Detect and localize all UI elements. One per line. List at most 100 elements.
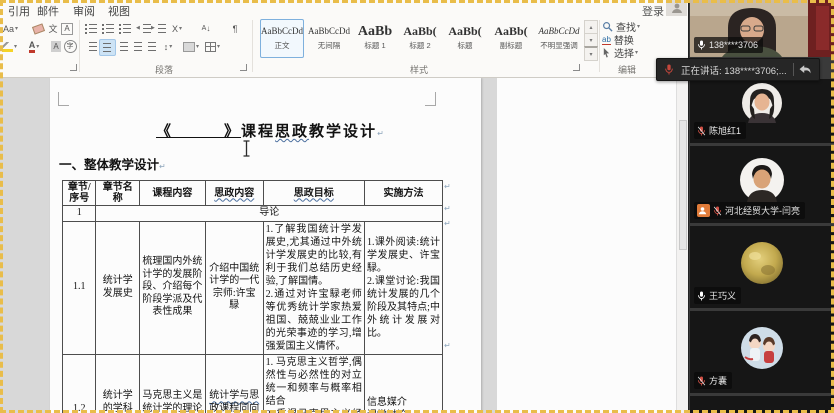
muted-mic-icon bbox=[713, 205, 722, 217]
participant-name-tag: 方囊 bbox=[694, 372, 732, 389]
scrollbar-thumb[interactable] bbox=[679, 120, 687, 250]
table-row: 1.2 统计学的学科性质 马克思主义是统计学的理论基础 统计学与思政课程同向同行… bbox=[63, 354, 443, 413]
enclose-character-icon[interactable]: 字 bbox=[63, 39, 77, 54]
paragraph-dialog-launcher[interactable] bbox=[240, 64, 247, 71]
participant-video-tile[interactable]: 138****3706 bbox=[690, 0, 834, 57]
style-chip-title[interactable]: AaBb(标题 bbox=[444, 19, 486, 58]
replace-icon: ab bbox=[602, 35, 611, 45]
muted-mic-icon bbox=[697, 375, 706, 387]
font-color-icon[interactable]: A▾ bbox=[27, 39, 41, 54]
signin-link[interactable]: 登录 bbox=[642, 3, 664, 19]
style-chip-no-spacing[interactable]: AaBbCcDd无间隔 bbox=[306, 19, 352, 58]
character-border-icon[interactable]: A bbox=[60, 21, 74, 36]
group-divider bbox=[79, 20, 80, 72]
paragraph-end-mark: ↵ bbox=[444, 204, 451, 213]
distributed-icon[interactable] bbox=[143, 39, 158, 54]
paragraph-marks-icon[interactable]: ¶ bbox=[228, 21, 242, 36]
change-case-button[interactable]: Aa▾ bbox=[3, 21, 18, 36]
muted-mic-icon bbox=[697, 125, 706, 137]
style-chip-subtitle[interactable]: AaBb(副标题 bbox=[488, 19, 534, 58]
table-header-row: 章节/序号 章节名称 课程内容 思政内容 思政目标 实施方法 bbox=[63, 181, 443, 206]
seq-cell: 1.1 bbox=[63, 221, 96, 354]
teaching-design-table[interactable]: 章节/序号 章节名称 课程内容 思政内容 思政目标 实施方法 1 导论 1.1 … bbox=[62, 180, 443, 413]
participant-tile[interactable]: 方囊 bbox=[690, 311, 834, 393]
select-button[interactable]: 选择▾ bbox=[602, 46, 638, 59]
line-spacing-icon[interactable]: ↕▾ bbox=[161, 39, 175, 54]
avatar bbox=[740, 326, 784, 370]
group-divider bbox=[252, 20, 253, 72]
tab-review[interactable]: 审阅 bbox=[73, 3, 95, 19]
header-cell: 章节名称 bbox=[96, 181, 140, 206]
paragraph-group-label: 段落 bbox=[155, 63, 173, 76]
participant-tile[interactable]: 王巧义 bbox=[690, 226, 834, 308]
clear-formatting-icon[interactable] bbox=[31, 21, 45, 36]
chapter-name-cell: 统计学发展史 bbox=[96, 221, 140, 354]
header-cell: 思政目标 bbox=[263, 181, 364, 206]
styles-gallery-expand-button[interactable]: ▾ bbox=[584, 46, 598, 61]
host-badge-icon bbox=[697, 204, 710, 217]
bullet-list-icon[interactable] bbox=[84, 21, 99, 36]
sort-icon[interactable]: A↓ bbox=[199, 21, 213, 36]
phonetic-guide-icon[interactable]: 文 bbox=[46, 21, 60, 36]
font-dialog-launcher[interactable] bbox=[70, 64, 77, 71]
align-left-icon[interactable] bbox=[84, 39, 99, 54]
speaking-toast-text: 正在讲话: 138****3706;... bbox=[681, 63, 787, 77]
style-chip-heading1[interactable]: AaBb标题 1 bbox=[354, 19, 396, 58]
account-avatar[interactable] bbox=[666, 0, 687, 16]
table-row: 1.1 统计学发展史 梳理国内外统计学的发展阶段、介绍每个阶段学派及代表性成果 … bbox=[63, 221, 443, 354]
style-chip-normal[interactable]: AaBbCcDd正文 bbox=[260, 19, 304, 58]
section-title-cell: 导论 bbox=[96, 206, 443, 222]
paragraph-end-mark: ↵ bbox=[444, 182, 451, 191]
participant-tile[interactable]: 河北经贸大学-闫亮 bbox=[690, 146, 834, 223]
method-cell: 1.课外阅读:统计学发展史、许宝騄。 2.课堂讨论:我国统计发展的几个阶段及其特… bbox=[364, 221, 442, 354]
method-cell: 信息媒介 课堂讨论 bbox=[364, 354, 442, 413]
course-content-cell: 马克思主义是统计学的理论基础 bbox=[140, 354, 206, 413]
speaking-toast[interactable]: 正在讲话: 138****3706;... bbox=[656, 58, 820, 81]
asian-layout-icon[interactable]: X▾ bbox=[170, 21, 184, 36]
styles-scroll-up-button[interactable]: ▴ bbox=[584, 20, 598, 34]
tab-references[interactable]: 引用 bbox=[8, 3, 30, 19]
screen: 引用 邮件 审阅 视图 登录 Aa▾ 文 A ▾ A▾ A 字 X▾ A↓ ¶ bbox=[0, 0, 834, 413]
ideology-goal-cell: 1.了解我国统计学发展史,尤其通过中外统计学发展史的比较,有利于我们总结历史经验… bbox=[263, 221, 364, 354]
paragraph-end-mark: ↵ bbox=[444, 219, 451, 228]
justify-icon[interactable] bbox=[129, 39, 144, 54]
toast-divider bbox=[793, 63, 794, 76]
character-shading-icon[interactable]: A bbox=[49, 39, 63, 54]
borders-icon[interactable]: ▾ bbox=[205, 39, 220, 54]
participant-tile[interactable]: 陈旭红1 bbox=[690, 79, 834, 143]
participant-tile-partial[interactable] bbox=[690, 396, 834, 413]
reply-arrow-icon[interactable] bbox=[798, 64, 812, 75]
shading-icon[interactable]: ▾ bbox=[183, 39, 199, 54]
speaker-name-tag: 138****3706 bbox=[694, 37, 763, 53]
tab-view[interactable]: 视图 bbox=[108, 3, 130, 19]
chapter-name-cell: 统计学的学科性质 bbox=[96, 354, 140, 413]
multilevel-list-icon[interactable] bbox=[118, 21, 133, 36]
header-cell: 思政内容 bbox=[205, 181, 263, 206]
mic-icon bbox=[697, 290, 706, 302]
speaking-mic-icon bbox=[664, 63, 674, 76]
vertical-scrollbar[interactable] bbox=[676, 78, 688, 413]
document-area: 《 》课程思政教学设计↵ 一、整体教学设计↵ 章节/序号 章节名称 课程内容 思… bbox=[0, 78, 676, 413]
styles-group-label: 样式 bbox=[410, 63, 428, 76]
style-chip-subtle-emphasis[interactable]: AaBbCcDd不明显强调 bbox=[536, 19, 582, 58]
align-center-icon[interactable] bbox=[99, 39, 116, 56]
page[interactable]: 《 》课程思政教学设计↵ 一、整体教学设计↵ 章节/序号 章节名称 课程内容 思… bbox=[50, 78, 481, 413]
margin-corner-mark bbox=[58, 92, 69, 106]
course-content-cell: 梳理国内外统计学的发展阶段、介绍每个阶段学派及代表性成果 bbox=[140, 221, 206, 354]
participant-name-tag: 陈旭红1 bbox=[694, 122, 746, 139]
mic-icon bbox=[697, 39, 706, 51]
tab-mailings[interactable]: 邮件 bbox=[37, 3, 59, 19]
numbered-list-icon[interactable] bbox=[101, 21, 116, 36]
person-icon bbox=[671, 2, 683, 14]
word-ribbon: 引用 邮件 审阅 视图 登录 Aa▾ 文 A ▾ A▾ A 字 X▾ A↓ ¶ bbox=[0, 0, 689, 78]
highlight-color-icon[interactable]: ▾ bbox=[2, 39, 17, 54]
styles-dialog-launcher[interactable] bbox=[573, 64, 580, 71]
styles-scroll-down-button[interactable]: ▾ bbox=[584, 33, 598, 47]
style-chip-heading2[interactable]: AaBb(标题 2 bbox=[398, 19, 442, 58]
ideology-content-cell: 介绍中国统计学的一代宗师:许宝騄 bbox=[205, 221, 263, 354]
align-right-icon[interactable] bbox=[115, 39, 130, 54]
increase-indent-icon[interactable] bbox=[153, 21, 168, 36]
select-cursor-icon bbox=[602, 47, 611, 58]
margin-corner-mark bbox=[425, 92, 436, 106]
page-2[interactable] bbox=[497, 78, 676, 413]
